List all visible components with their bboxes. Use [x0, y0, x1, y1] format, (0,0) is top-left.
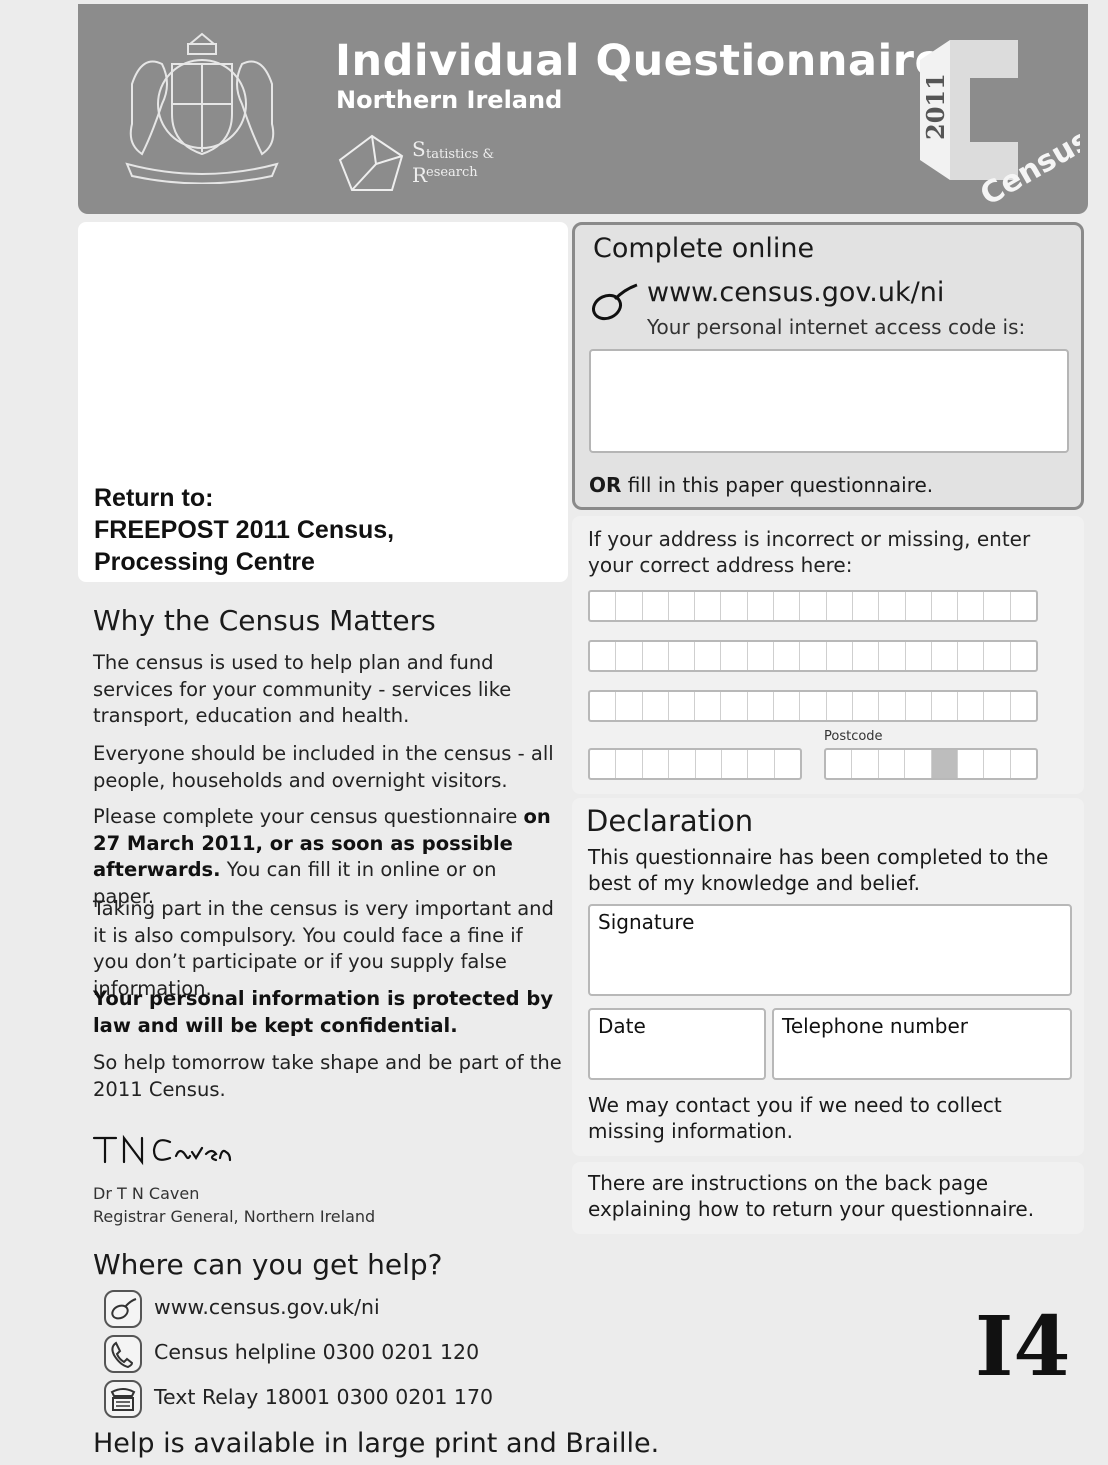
return-address-line: Processing Centre	[94, 548, 315, 576]
phone-icon	[104, 1335, 142, 1373]
declaration-heading: Declaration	[586, 804, 754, 838]
online-url-link[interactable]: www.census.gov.uk/ni	[647, 277, 944, 308]
why-paragraph: The census is used to help plan and fund…	[93, 651, 512, 727]
form-code: I4	[975, 1299, 1071, 1395]
paper-alternative-label: fill in this paper questionnaire.	[621, 473, 934, 497]
address-line-2-field[interactable]	[588, 640, 1038, 672]
why-paragraph: So help tomorrow take shape and be part …	[93, 1051, 562, 1101]
return-instructions-text: There are instructions on the back page …	[588, 1171, 1035, 1221]
address-line-4-field[interactable]	[588, 748, 802, 780]
signatory-role: Registrar General, Northern Ireland	[93, 1207, 376, 1226]
textphone-icon	[104, 1380, 142, 1418]
nisra-logo: S tatistics & R esearch	[338, 134, 494, 191]
postcode-label: Postcode	[824, 729, 883, 744]
why-census-heading: Why the Census Matters	[93, 604, 436, 637]
text-relay-text: Text Relay 18001 0300 0201 170	[154, 1385, 494, 1409]
signatory-name: Dr T N Caven	[93, 1184, 200, 1203]
declaration-text: This questionnaire has been completed to…	[588, 845, 1049, 895]
address-correction-panel: If your address is incorrect or missing,…	[572, 516, 1084, 794]
address-line-3-field[interactable]	[588, 690, 1038, 722]
return-address-line: FREEPOST 2011 Census,	[94, 516, 395, 544]
why-paragraph: Your personal information is protected b…	[93, 987, 554, 1037]
helpline-text: Census helpline 0300 0201 120	[154, 1340, 480, 1364]
contact-note: We may contact you if we need to collect…	[588, 1093, 1002, 1143]
access-code-label: Your personal internet access code is:	[647, 315, 1026, 339]
svg-text:esearch: esearch	[426, 165, 478, 180]
royal-coat-of-arms-logo	[125, 32, 279, 184]
census-2011-logo: 2011 Census	[920, 40, 1080, 210]
why-text: Please complete your census questionnair…	[93, 805, 518, 828]
svg-text:2011: 2011	[921, 73, 950, 140]
signature-label: Signature	[598, 910, 695, 934]
form-title: Individual Questionnaire	[335, 36, 945, 86]
mouse-icon	[591, 283, 638, 321]
online-heading: Complete online	[593, 233, 815, 264]
return-instructions-panel: There are instructions on the back page …	[572, 1162, 1084, 1234]
declaration-panel: Declaration This questionnaire has been …	[572, 798, 1084, 1156]
large-print-notice: Help is available in large print and Bra…	[93, 1428, 660, 1459]
or-label: OR	[589, 473, 622, 497]
form-subtitle: Northern Ireland	[336, 86, 563, 114]
return-label: Return to:	[94, 484, 214, 512]
registrar-signature	[92, 1134, 232, 1166]
date-field[interactable]: Date	[588, 1008, 766, 1080]
return-address-panel: Return to: FREEPOST 2011 Census, Process…	[78, 222, 568, 582]
help-website-link[interactable]: www.census.gov.uk/ni	[154, 1295, 380, 1319]
postcode-field[interactable]	[824, 748, 1038, 780]
svg-text:tatistics &: tatistics &	[426, 147, 494, 162]
address-line-1-field[interactable]	[588, 590, 1038, 622]
mouse-icon	[104, 1290, 142, 1328]
help-heading: Where can you get help?	[93, 1248, 443, 1281]
address-instructions: If your address is incorrect or missing,…	[588, 527, 1031, 577]
paper-alternative-text: OR fill in this paper questionnaire.	[589, 473, 933, 497]
telephone-label: Telephone number	[782, 1014, 968, 1038]
why-paragraph: Everyone should be included in the censu…	[93, 742, 554, 792]
telephone-field[interactable]: Telephone number	[772, 1008, 1072, 1080]
access-code-box	[589, 349, 1069, 453]
signature-field[interactable]: Signature	[588, 904, 1072, 996]
why-paragraph: Please complete your census questionnair…	[93, 804, 563, 910]
date-label: Date	[598, 1014, 646, 1038]
complete-online-panel: Complete online www.census.gov.uk/ni You…	[572, 222, 1084, 510]
svg-text:S: S	[412, 137, 426, 161]
